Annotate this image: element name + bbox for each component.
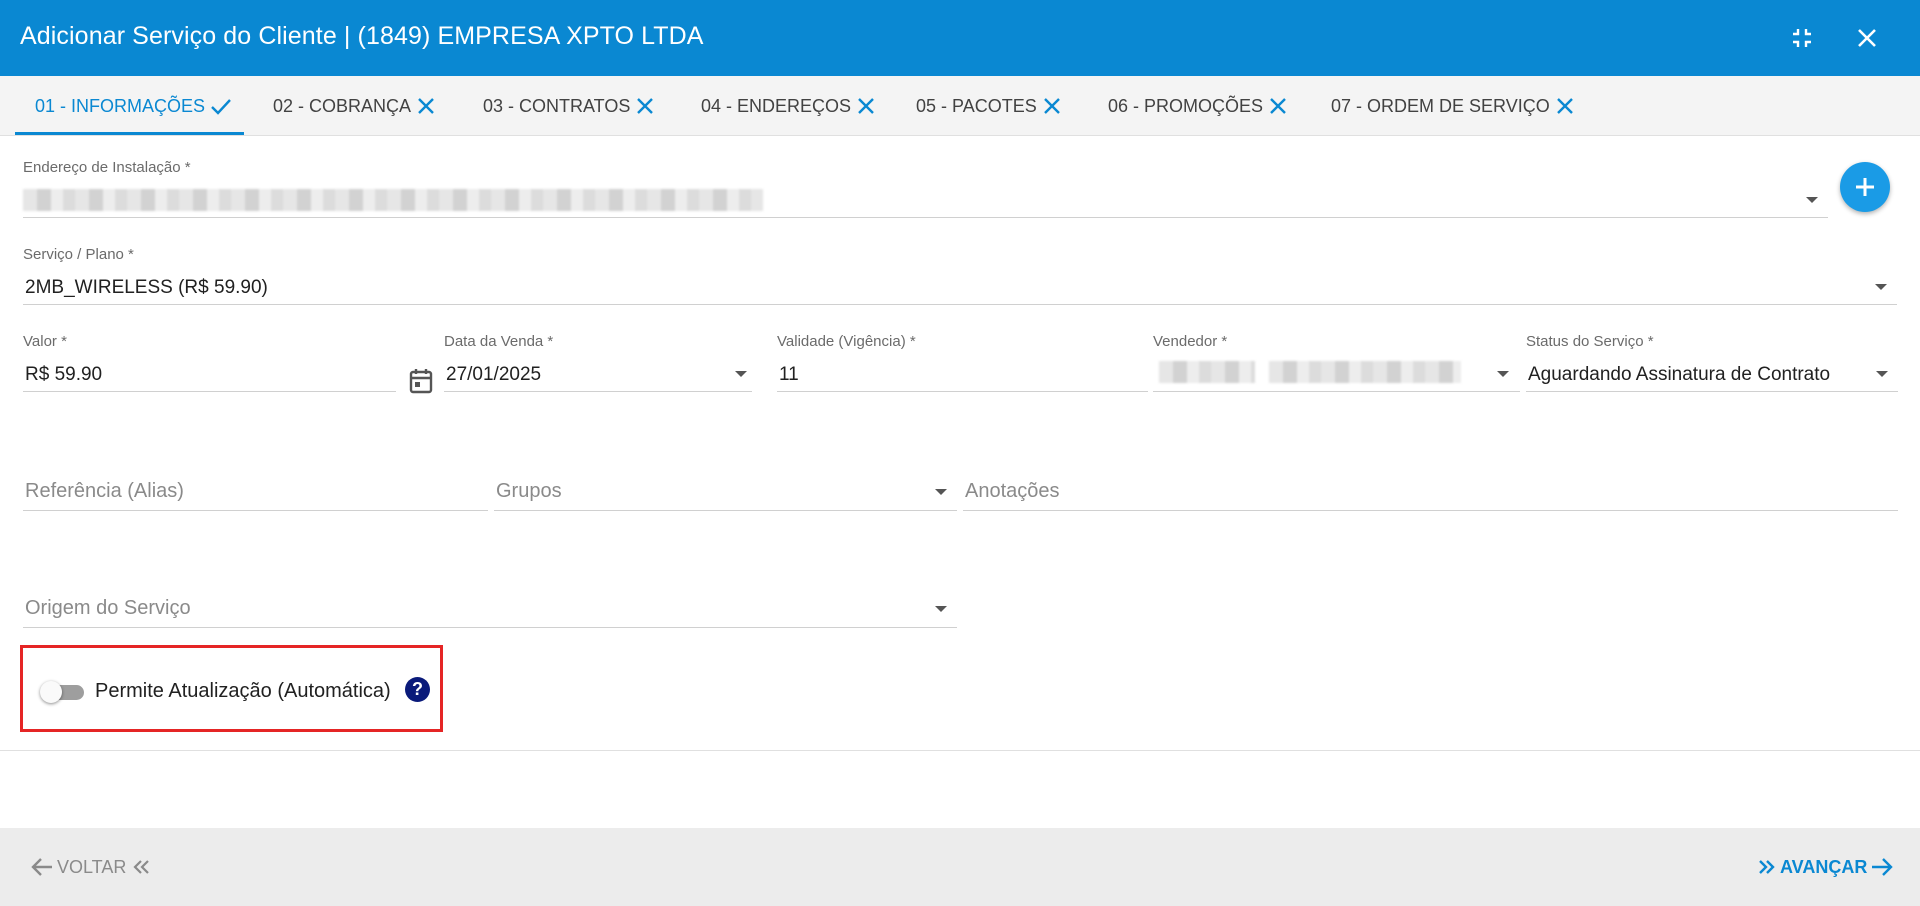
data-venda-value: 27/01/2025 <box>446 364 542 385</box>
check-icon <box>211 99 231 115</box>
chevron-down-icon[interactable] <box>1876 371 1888 377</box>
close-icon <box>637 98 654 114</box>
close-icon[interactable] <box>1849 20 1885 56</box>
atualizacao-toggle[interactable] <box>40 681 84 703</box>
status-value: Aguardando Assinatura de Contrato <box>1528 364 1831 385</box>
status-select[interactable]: Status do Serviço * Aguardando Assinatur… <box>1526 333 1898 393</box>
active-tab-indicator <box>15 132 244 135</box>
divider <box>0 750 1920 751</box>
status-label: Status do Serviço * <box>1526 333 1654 350</box>
referencia-input[interactable]: Referência (Alias) <box>23 478 488 512</box>
dialog-header: Adicionar Serviço do Cliente | (1849) EM… <box>0 0 1920 76</box>
grupos-select[interactable]: Grupos <box>494 478 957 512</box>
tab-cobranca[interactable]: 02 - COBRANÇA <box>273 76 437 136</box>
servico-label: Serviço / Plano * <box>23 246 134 263</box>
arrow-right-icon <box>1872 858 1894 876</box>
servico-value: 2MB_WIRELESS (R$ 59.90) <box>25 277 268 298</box>
close-icon <box>1043 98 1060 114</box>
endereco-label: Endereço de Instalação * <box>23 159 191 176</box>
data-venda-field[interactable]: Data da Venda * 27/01/2025 <box>444 333 752 393</box>
endereco-select[interactable]: Endereço de Instalação * <box>23 159 1828 219</box>
minimize-icon[interactable] <box>1784 20 1820 56</box>
double-chevron-right-icon <box>1759 860 1775 874</box>
close-icon <box>418 98 434 114</box>
vendedor-value-redacted <box>1269 361 1461 383</box>
next-button[interactable]: AVANÇAR <box>1757 856 1894 878</box>
add-address-button[interactable] <box>1840 162 1890 212</box>
chevron-down-icon[interactable] <box>1806 197 1818 203</box>
arrow-left-icon <box>31 858 52 876</box>
tab-pacotes[interactable]: 05 - PACOTES <box>916 76 1063 136</box>
validade-label: Validade (Vigência) * <box>777 333 916 350</box>
origem-placeholder: Origem do Serviço <box>25 597 191 619</box>
valor-field[interactable]: Valor * R$ 59.90 <box>23 333 396 393</box>
toggle-thumb <box>40 681 62 703</box>
chevron-down-icon[interactable] <box>935 606 947 612</box>
servico-select[interactable]: Serviço / Plano * 2MB_WIRELESS (R$ 59.90… <box>23 246 1897 306</box>
tab-label: 03 - CONTRATOS <box>483 95 631 116</box>
origem-select[interactable]: Origem do Serviço <box>23 595 957 629</box>
close-icon <box>1556 98 1573 114</box>
help-icon[interactable]: ? <box>405 677 430 702</box>
tab-promocoes[interactable]: 06 - PROMOÇÕES <box>1108 76 1289 136</box>
tab-bar: 01 - INFORMAÇÕES 02 - COBRANÇA 03 - CONT… <box>0 76 1920 136</box>
tab-informacoes[interactable]: 01 - INFORMAÇÕES <box>35 76 233 136</box>
referencia-placeholder: Referência (Alias) <box>25 480 184 502</box>
vendedor-label: Vendedor * <box>1153 333 1228 350</box>
tab-label: 05 - PACOTES <box>916 95 1037 116</box>
calendar-icon[interactable] <box>408 367 436 395</box>
valor-label: Valor * <box>23 333 67 350</box>
close-icon <box>858 98 874 114</box>
chevron-down-icon[interactable] <box>935 489 947 495</box>
tab-label: 06 - PROMOÇÕES <box>1108 95 1264 116</box>
vendedor-select[interactable]: Vendedor * <box>1153 333 1520 393</box>
double-chevron-left-icon <box>133 860 150 874</box>
back-label: VOLTAR <box>57 856 127 877</box>
tab-label: 02 - COBRANÇA <box>273 95 412 116</box>
valor-value: R$ 59.90 <box>25 364 103 385</box>
plus-icon <box>1856 178 1874 196</box>
atualizacao-label: Permite Atualização (Automática) <box>95 680 391 702</box>
endereco-value-redacted <box>23 189 763 211</box>
grupos-placeholder: Grupos <box>496 480 562 502</box>
anotacoes-placeholder: Anotações <box>965 480 1060 502</box>
next-label: AVANÇAR <box>1780 856 1868 877</box>
chevron-down-icon[interactable] <box>1875 284 1887 290</box>
tab-contratos[interactable]: 03 - CONTRATOS <box>483 76 656 136</box>
data-venda-label: Data da Venda * <box>444 333 554 350</box>
close-icon <box>1270 98 1286 114</box>
tab-ordem-servico[interactable]: 07 - ORDEM DE SERVIÇO <box>1331 76 1576 136</box>
anotacoes-input[interactable]: Anotações <box>963 478 1898 512</box>
dialog-footer: VOLTAR AVANÇAR <box>0 828 1920 906</box>
vendedor-value-redacted <box>1159 361 1255 383</box>
back-button[interactable]: VOLTAR <box>30 856 151 878</box>
validade-field[interactable]: Validade (Vigência) * 11 <box>777 333 1148 393</box>
chevron-down-icon[interactable] <box>1497 371 1509 377</box>
validade-value: 11 <box>779 364 799 385</box>
tab-label: 01 - INFORMAÇÕES <box>35 95 206 116</box>
dialog-title: Adicionar Serviço do Cliente | (1849) EM… <box>20 22 704 50</box>
tab-enderecos[interactable]: 04 - ENDEREÇOS <box>701 76 877 136</box>
tab-label: 07 - ORDEM DE SERVIÇO <box>1331 95 1550 116</box>
chevron-down-icon[interactable] <box>735 371 747 377</box>
tab-label: 04 - ENDEREÇOS <box>701 95 852 116</box>
